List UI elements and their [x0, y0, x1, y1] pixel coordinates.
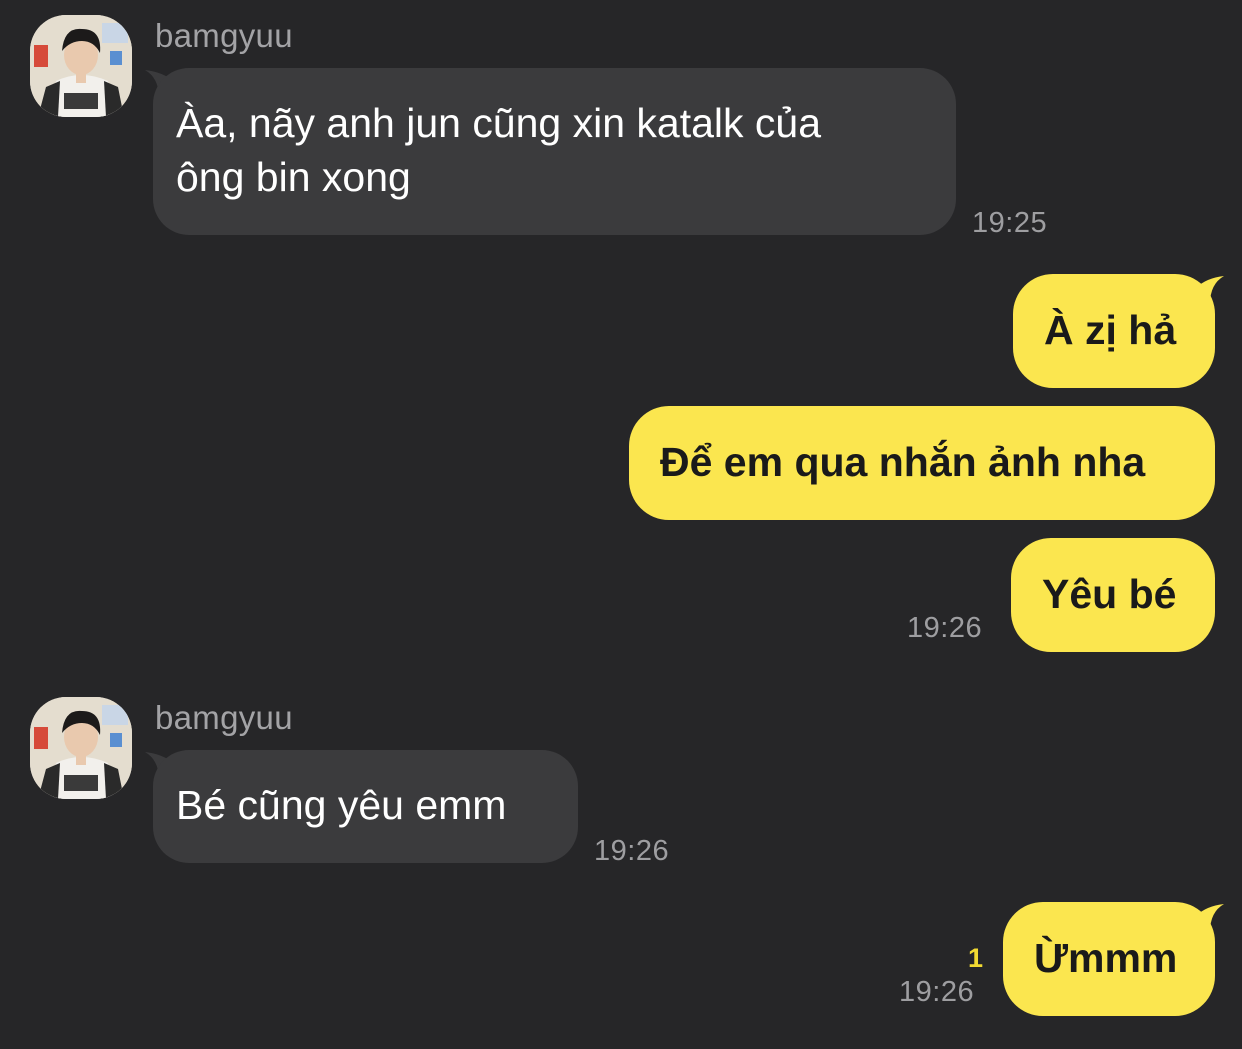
- avatar-photo: [30, 697, 132, 799]
- bubble-tail: [1196, 904, 1224, 932]
- avatar[interactable]: [30, 697, 132, 799]
- unread-count: 1: [968, 943, 984, 973]
- message-bubble-outgoing[interactable]: Yêu bé: [1011, 538, 1215, 652]
- bubble-tail: [1196, 276, 1224, 304]
- message-bubble-incoming[interactable]: Àa, nãy anh jun cũng xin katalk của ông …: [153, 68, 956, 235]
- message-bubble-outgoing[interactable]: Để em qua nhắn ảnh nha: [629, 406, 1215, 520]
- message-timestamp: 19:26: [899, 976, 975, 1008]
- avatar[interactable]: [30, 15, 132, 117]
- message-timestamp: 19:26: [907, 612, 983, 644]
- message-timestamp: 19:25: [972, 207, 1048, 239]
- message-bubble-outgoing[interactable]: À zị hả: [1013, 274, 1215, 388]
- message-bubble-incoming[interactable]: Bé cũng yêu emm: [153, 750, 578, 863]
- sender-name: bamgyuu: [155, 17, 293, 54]
- avatar-photo: [30, 15, 132, 117]
- sender-name: bamgyuu: [155, 699, 293, 736]
- message-bubble-outgoing[interactable]: Ừmmm: [1003, 902, 1215, 1016]
- message-timestamp: 19:26: [594, 835, 670, 867]
